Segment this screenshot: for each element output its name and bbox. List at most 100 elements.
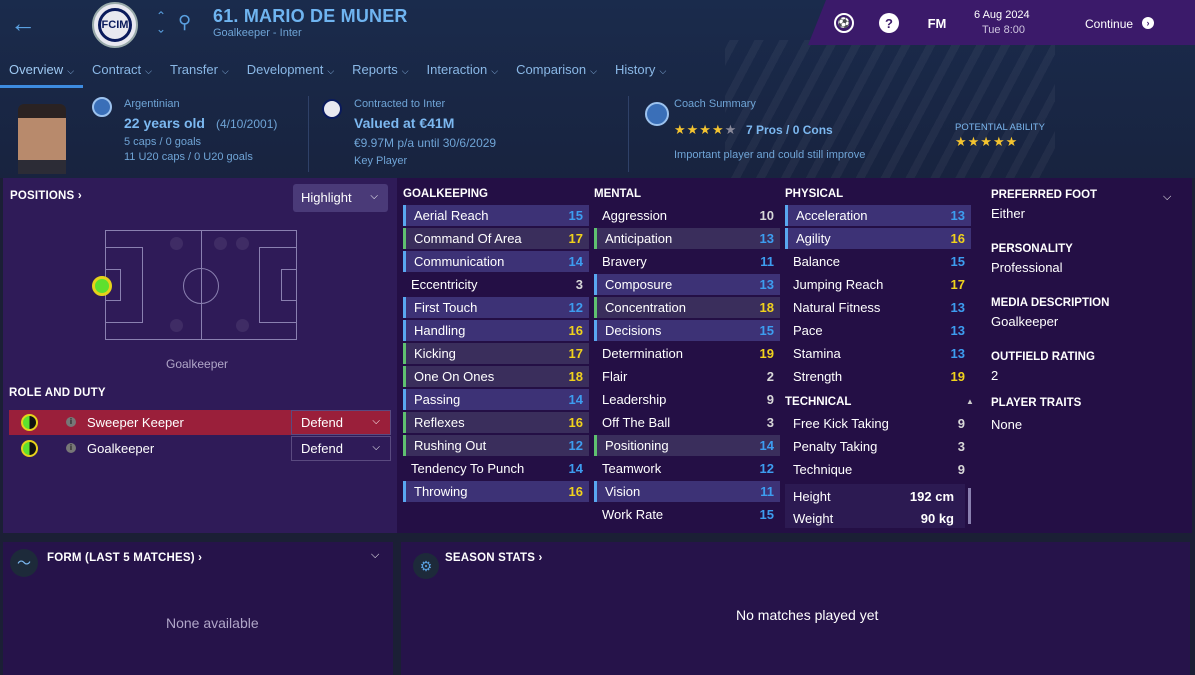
outfield-rating-label: OUTFIELD RATING (991, 351, 1095, 363)
form-chart-icon: 〜 (10, 549, 38, 577)
attribute-row[interactable]: Eccentricity 3 (403, 274, 589, 295)
tab-interaction[interactable]: Interaction ⌵ (418, 58, 508, 88)
attribute-row[interactable]: Tendency To Punch 14 (403, 458, 589, 479)
position-dot (170, 237, 183, 250)
attribute-value: 14 (759, 438, 774, 453)
collapse-icon[interactable]: ▲ (966, 397, 974, 406)
role-row[interactable]: i Sweeper Keeper Defend ⌵ (9, 410, 391, 435)
attribute-row[interactable]: Jumping Reach 17 (785, 274, 971, 295)
attribute-row[interactable]: Determination 19 (594, 343, 780, 364)
attribute-row[interactable]: Work Rate 15 (594, 504, 780, 525)
profile-tabs: Overview ⌵ Contract ⌵ Transfer ⌵ Development ⌵ R… (0, 58, 675, 88)
chevron-down-icon[interactable]: ⌵ (371, 549, 379, 562)
form-title[interactable]: FORM (LAST 5 MATCHES) › (47, 552, 202, 564)
attribute-row[interactable]: Passing 14 (403, 389, 589, 410)
attribute-name: Tendency To Punch (411, 461, 525, 476)
continue-button[interactable]: Continue (1085, 17, 1133, 31)
highlight-dropdown[interactable]: Highlight ⌵ (293, 184, 388, 212)
attribute-row[interactable]: Kicking 17 (403, 343, 589, 364)
attribute-row[interactable]: Balance 15 (785, 251, 971, 272)
tab-transfer[interactable]: Transfer ⌵ (161, 58, 238, 88)
duty-label: Defend (301, 415, 343, 430)
pros-cons[interactable]: 7 Pros / 0 Cons (746, 123, 833, 137)
attribute-name: Acceleration (796, 208, 868, 223)
goalkeeper-position-marker (92, 276, 112, 296)
info-icon[interactable]: i (66, 443, 76, 453)
attribute-name: Eccentricity (411, 277, 478, 292)
role-row[interactable]: i Goalkeeper Defend ⌵ (9, 436, 391, 461)
positions-title[interactable]: POSITIONS › (10, 190, 82, 202)
attribute-row[interactable]: Penalty Taking 3 (785, 436, 971, 457)
tab-history[interactable]: History ⌵ (606, 58, 675, 88)
attribute-row[interactable]: Teamwork 12 (594, 458, 780, 479)
attribute-row[interactable]: Reflexes 16 (403, 412, 589, 433)
attribute-row[interactable]: Decisions 15 (594, 320, 780, 341)
position-dot (214, 237, 227, 250)
tab-overview[interactable]: Overview ⌵ (0, 58, 84, 88)
attribute-row[interactable]: Anticipation 13 (594, 228, 780, 249)
attribute-value: 17 (568, 231, 583, 246)
attribute-row[interactable]: Command Of Area 17 (403, 228, 589, 249)
attribute-row[interactable]: Positioning 14 (594, 435, 780, 456)
attribute-row[interactable]: Concentration 18 (594, 297, 780, 318)
attribute-value: 16 (568, 323, 583, 338)
attribute-row[interactable]: Vision 11 (594, 481, 780, 502)
duty-dropdown[interactable]: Defend ⌵ (291, 410, 391, 435)
attribute-value: 9 (957, 462, 965, 477)
football-icon[interactable]: ⚽ (834, 13, 854, 33)
attribute-row[interactable]: Composure 13 (594, 274, 780, 295)
tab-development[interactable]: Development ⌵ (238, 58, 343, 88)
wage-contract: €9.97M p/a until 30/6/2029 (354, 136, 497, 150)
attribute-value: 15 (950, 254, 965, 269)
attribute-row[interactable]: Flair 2 (594, 366, 780, 387)
scrollbar[interactable] (968, 488, 971, 524)
attribute-row[interactable]: Pace 13 (785, 320, 971, 341)
chevron-down-icon: ⌵ (491, 66, 499, 76)
tab-contract[interactable]: Contract ⌵ (83, 58, 161, 88)
attribute-row[interactable]: Strength 19 (785, 366, 971, 387)
tab-comparison[interactable]: Comparison ⌵ (507, 58, 606, 88)
attribute-row[interactable]: Aerial Reach 15 (403, 205, 589, 226)
player-age: 22 years old (124, 115, 205, 131)
help-icon[interactable]: ? (879, 13, 899, 33)
attribute-name: Strength (793, 369, 843, 384)
attribute-row[interactable]: Natural Fitness 13 (785, 297, 971, 318)
player-position-club[interactable]: Goalkeeper - Inter (213, 27, 302, 39)
chevron-down-icon: ⌵ (327, 66, 335, 76)
tab-reports[interactable]: Reports ⌵ (343, 58, 417, 88)
fm-logo[interactable]: FM (924, 13, 950, 33)
attribute-value: 13 (950, 323, 965, 338)
player-navigation[interactable]: ⌃ ⌃ (154, 10, 168, 35)
attribute-row[interactable]: Throwing 16 (403, 481, 589, 502)
attribute-row[interactable]: Technique 9 (785, 459, 971, 480)
attribute-row[interactable]: Bravery 11 (594, 251, 780, 272)
attribute-row[interactable]: Rushing Out 12 (403, 435, 589, 456)
tab-label: Interaction (426, 62, 488, 77)
attribute-row[interactable]: Off The Ball 3 (594, 412, 780, 433)
attribute-row[interactable]: Communication 14 (403, 251, 589, 272)
attribute-row[interactable]: One On Ones 18 (403, 366, 589, 387)
attribute-row[interactable]: Free Kick Taking 9 (785, 413, 971, 434)
back-arrow-icon[interactable]: ← (10, 10, 38, 38)
preferred-foot-label: PREFERRED FOOT (991, 189, 1098, 201)
chevron-down-icon[interactable]: ⌵ (1163, 191, 1171, 204)
coach-rating-stars: ★★★★★ (674, 122, 738, 137)
info-icon[interactable]: i (66, 417, 76, 427)
attribute-row[interactable]: Handling 16 (403, 320, 589, 341)
attribute-name: Natural Fitness (793, 300, 881, 315)
search-icon[interactable]: ⚲ (178, 12, 191, 33)
attribute-row[interactable]: Leadership 9 (594, 389, 780, 410)
attribute-row[interactable]: Aggression 10 (594, 205, 780, 226)
attribute-row[interactable]: Agility 16 (785, 228, 971, 249)
attribute-value: 13 (950, 208, 965, 223)
attribute-row[interactable]: First Touch 12 (403, 297, 589, 318)
attribute-row[interactable]: Acceleration 13 (785, 205, 971, 226)
chevron-down-icon[interactable]: ⌃ (154, 21, 168, 35)
weight-label: Weight (793, 511, 834, 526)
attribute-row[interactable]: Stamina 13 (785, 343, 971, 364)
duty-dropdown[interactable]: Defend ⌵ (291, 436, 391, 461)
coach-note: Important player and could still improve (674, 149, 866, 161)
season-stats-title[interactable]: SEASON STATS › (445, 552, 543, 564)
continue-arrow-icon[interactable]: › (1142, 17, 1154, 29)
attribute-name: Passing (414, 392, 461, 407)
